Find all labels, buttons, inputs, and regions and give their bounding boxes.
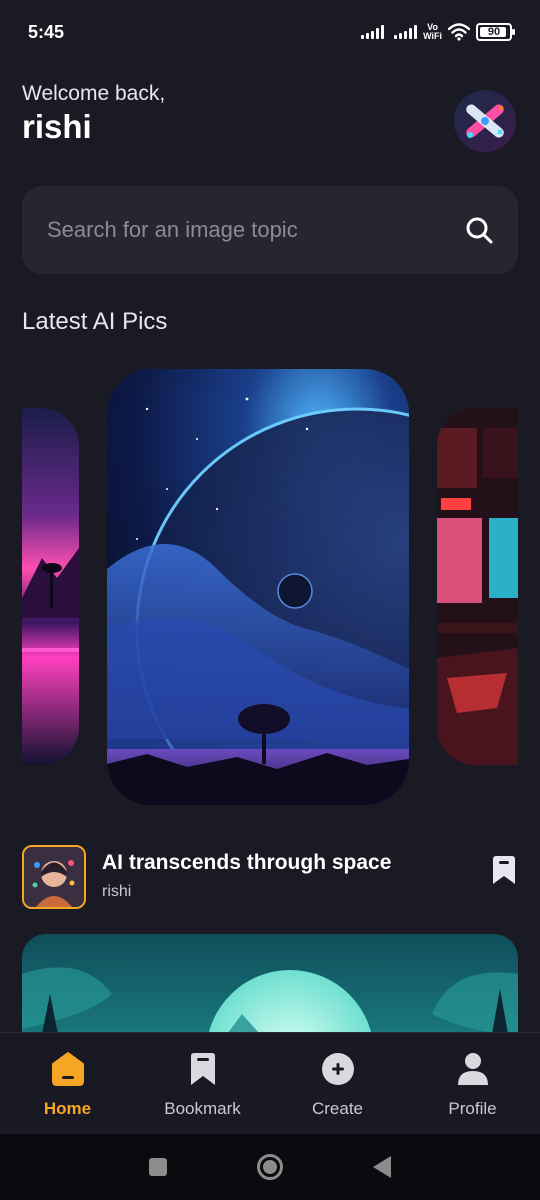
vowifi-icon: Vo WiFi [423,23,442,41]
signal-icon-2 [394,25,418,39]
system-navigation-bar [0,1134,540,1200]
status-icons: Vo WiFi 90 [361,23,515,41]
home-icon [51,1052,84,1086]
nav-create[interactable]: Create [270,1033,405,1134]
search-bar[interactable] [22,186,518,274]
status-bar: 5:45 Vo WiFi 90 [0,0,540,64]
username: rishi [22,108,92,145]
signal-icon [361,25,385,39]
home-button[interactable] [257,1154,283,1180]
search-icon[interactable] [464,215,494,245]
nav-home[interactable]: Home [0,1033,135,1134]
plus-circle-icon [321,1053,354,1085]
nav-profile[interactable]: Profile [405,1033,540,1134]
greeting: Welcome back, rishi [22,82,165,146]
profile-avatar[interactable] [454,90,516,152]
vowifi-bottom: WiFi [423,31,442,41]
wifi-icon [448,23,470,41]
status-time: 5:45 [28,21,65,42]
post-author-thumbnail[interactable] [22,845,86,909]
nav-home-label: Home [43,1099,92,1118]
carousel-image-left[interactable] [22,408,79,765]
battery-icon: 90 [476,23,515,41]
back-button[interactable] [373,1156,391,1178]
welcome-text: Welcome back, [22,82,166,105]
post-author[interactable]: rishi [102,883,131,901]
nav-bookmark[interactable]: Bookmark [135,1033,270,1134]
person-icon [457,1053,488,1085]
post-title: AI transcends through space [102,851,392,874]
section-title: Latest AI Pics [22,308,168,335]
battery-level: 90 [487,26,501,38]
carousel-image-right[interactable] [437,408,518,765]
nav-profile-label: Profile [448,1099,497,1118]
carousel-image-featured[interactable] [107,369,409,805]
bookmark-icon [190,1053,215,1085]
recents-button[interactable] [149,1158,167,1176]
bookmark-icon[interactable] [490,855,518,885]
featured-post[interactable]: AI transcends through space rishi [22,845,518,909]
nav-bookmark-label: Bookmark [164,1099,241,1118]
search-input[interactable] [47,217,447,243]
bottom-navigation: Home Bookmark Create Profile [0,1032,540,1134]
nav-create-label: Create [311,1099,364,1118]
